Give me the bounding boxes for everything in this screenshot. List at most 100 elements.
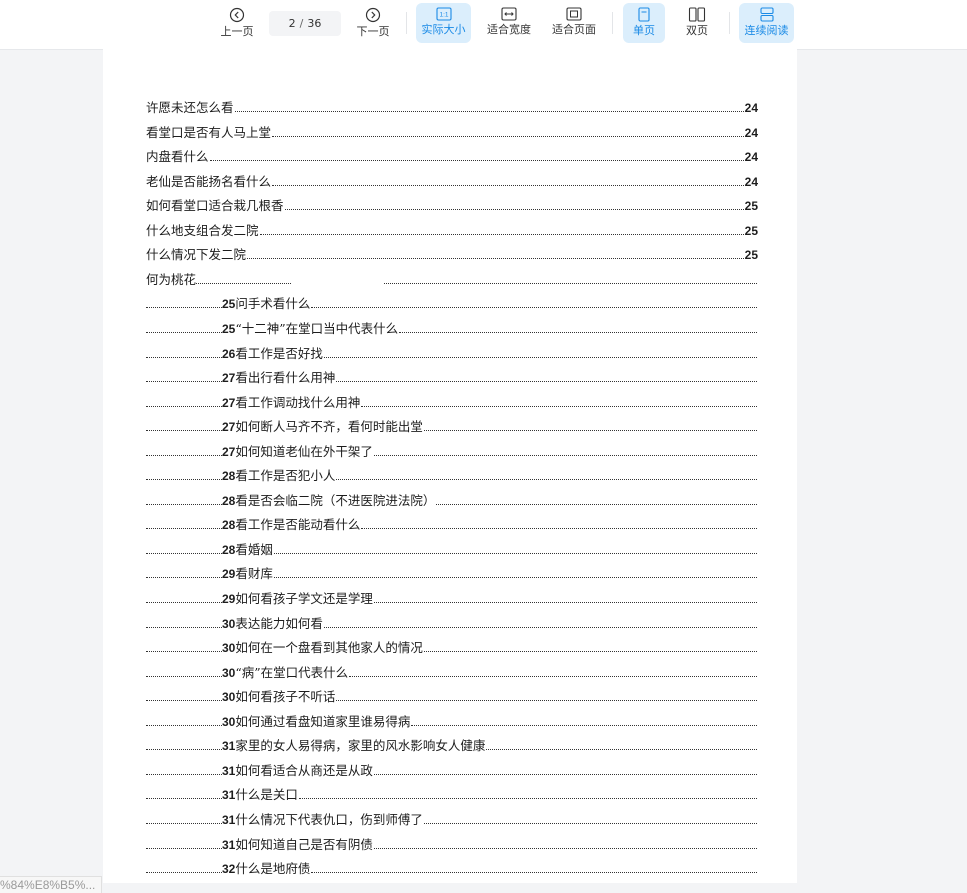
prev-page-button[interactable]: 上一页 xyxy=(216,3,258,43)
toolbar-divider xyxy=(406,12,407,34)
actual-size-button[interactable]: 1:1 实际大小 xyxy=(416,3,471,43)
toc-entry-page: 25 xyxy=(744,223,758,238)
toc-entry-page: 25 xyxy=(222,321,236,336)
toc-leader-dots xyxy=(373,591,757,603)
toc-entry-title: 家里的女人易得病，家里的风水影响女人健康 xyxy=(235,738,486,754)
toc-leader-dots xyxy=(146,616,222,628)
toc-entry[interactable]: 28 看工作是否犯小人 xyxy=(146,468,758,484)
fit-width-button[interactable]: 适合宽度 xyxy=(482,3,536,43)
toc-entry[interactable]: 30 如何看孩子不听话 xyxy=(146,689,758,705)
toc-leader-dots xyxy=(373,444,757,456)
toc-leader-dots xyxy=(486,738,757,751)
fit-width-label: 适合宽度 xyxy=(487,23,531,36)
fit-page-icon xyxy=(566,7,582,21)
toc-entry-page: 30 xyxy=(222,616,236,631)
toc-entry-page: 30 xyxy=(222,714,236,729)
actual-size-label: 实际大小 xyxy=(421,23,466,36)
toc-entry-title: 如何看适合从商还是从政 xyxy=(235,762,373,778)
toc-leader-dots xyxy=(146,346,222,358)
toc-entry-title: 什么情况下代表仇口，伤到师傅了 xyxy=(235,811,423,827)
toc-entry[interactable]: 29 如何看孩子学文还是学理 xyxy=(146,591,758,607)
toc-entry-title: “十二神”在堂口当中代表什么 xyxy=(235,320,399,336)
toc-entry[interactable]: 30 如何通过看盘知道家里谁易得病 xyxy=(146,714,758,730)
toc-entry-title: 看是否会临二院（不进医院进法院） xyxy=(235,492,436,508)
toc-leader-dots xyxy=(247,247,744,260)
toc-entry-title: 看财库 xyxy=(235,566,273,582)
single-page-button[interactable]: 单页 xyxy=(623,3,665,43)
double-page-icon xyxy=(688,7,706,22)
continuous-reading-label: 连续阅读 xyxy=(744,24,789,37)
toc-leader-dots xyxy=(349,665,757,677)
toc-entry[interactable]: 31 什么情况下代表仇口，伤到师傅了 xyxy=(146,812,758,828)
toc-leader-dots xyxy=(373,837,757,849)
fit-width-icon xyxy=(501,7,517,21)
next-page-label: 下一页 xyxy=(356,25,390,38)
toc-entry[interactable]: 30 表达能力如何看 xyxy=(146,616,758,632)
toc-entry-page: 29 xyxy=(222,567,236,582)
toc-entry-title: 什么是关口 xyxy=(235,787,298,803)
toc-entry[interactable]: 25 问手术看什么 xyxy=(146,296,758,312)
toc-entry[interactable]: 30 如何在一个盘看到其他家人的情况 xyxy=(146,640,758,656)
toc-leader-dots xyxy=(146,542,222,554)
toc-entry-page: 28 xyxy=(222,469,236,484)
toc-entry[interactable]: 31 如何知道自己是否有阴债 xyxy=(146,837,758,853)
next-page-button[interactable]: 下一页 xyxy=(352,3,394,43)
toc-entry[interactable]: 32 什么是地府债 xyxy=(146,861,758,877)
toc-entry[interactable]: 什么情况下发二院 25 xyxy=(146,247,758,263)
toc-leader-dots xyxy=(423,419,757,432)
page-number-input[interactable]: 2 / 36 xyxy=(269,11,341,36)
toc-leader-dots xyxy=(373,763,757,775)
current-page-number[interactable]: 2 xyxy=(289,17,296,30)
toc-entry[interactable]: 27 看工作调动找什么用神 xyxy=(146,395,758,411)
toc-entry-title: 许愿未还怎么看 xyxy=(146,100,234,115)
toc-leader-dots xyxy=(146,837,222,849)
toc-entry-title: 老仙是否能扬名看什么 xyxy=(146,173,272,189)
toc-entry-title: 看工作是否犯小人 xyxy=(235,468,336,484)
toc-entry[interactable]: 30 “病”在堂口代表什么 xyxy=(146,665,758,681)
toc-entry-page: 27 xyxy=(222,395,236,410)
toc-entry[interactable]: 何为桃花 xyxy=(146,272,758,288)
toc-entry-page: 30 xyxy=(222,690,236,705)
fit-page-button[interactable]: 适合页面 xyxy=(547,3,601,43)
toc-entry[interactable]: 31 什么是关口 xyxy=(146,787,758,803)
toc-entry[interactable]: 如何看堂口适合栽几根香 25 xyxy=(146,198,758,214)
toc-entry[interactable]: 31 家里的女人易得病，家里的风水影响女人健康 xyxy=(146,738,758,754)
toc-entry-page: 24 xyxy=(744,174,758,189)
toc-entry[interactable]: 28 看是否会临二院（不进医院进法院） xyxy=(146,493,758,509)
toc-entry[interactable]: 25 “十二神”在堂口当中代表什么 xyxy=(146,321,758,337)
toc-entry[interactable]: 27 如何知道老仙在外干架了 xyxy=(146,444,758,460)
toc-entry[interactable]: 什么地支组合发二院 25 xyxy=(146,223,758,239)
toc-leader-dots xyxy=(323,616,757,628)
toc-entry[interactable]: 老仙是否能扬名看什么 24 xyxy=(146,174,758,190)
toc-entry-title: “病”在堂口代表什么 xyxy=(235,664,349,680)
toc-leader-dots xyxy=(146,493,222,505)
toc-entry[interactable]: 27 看出行看什么用神 xyxy=(146,370,758,386)
toc-leader-dots xyxy=(146,640,222,653)
total-page-count: 36 xyxy=(307,17,322,30)
single-page-icon xyxy=(638,7,650,22)
toc-leader-dots xyxy=(196,272,292,284)
toc-entry[interactable]: 26 看工作是否好找 xyxy=(146,346,758,362)
toc-entry[interactable]: 27 如何断人马齐不齐，看何时能出堂 xyxy=(146,419,758,435)
toc-leader-dots xyxy=(146,296,222,309)
actual-size-icon: 1:1 xyxy=(435,7,452,21)
toc-entry[interactable]: 29 看财库 xyxy=(146,566,758,582)
toc-entry[interactable]: 31 如何看适合从商还是从政 xyxy=(146,763,758,779)
status-bar-url: %84%E8%B5%... xyxy=(0,876,103,893)
toc-entry-title: 如何知道老仙在外干架了 xyxy=(235,443,373,459)
toc-entry-title: 如何看孩子学文还是学理 xyxy=(235,591,373,606)
toc-entry[interactable]: 28 看工作是否能动看什么 xyxy=(146,517,758,533)
toc-entry[interactable]: 28 看婚姻 xyxy=(146,542,758,558)
continuous-reading-button[interactable]: 连续阅读 xyxy=(739,3,794,43)
toc-leader-dots xyxy=(399,321,757,333)
toc-leader-dots xyxy=(436,493,757,505)
toc-leader-dots xyxy=(146,689,222,702)
toc-entry[interactable]: 内盘看什么 24 xyxy=(146,149,758,165)
toc-leader-dots xyxy=(423,812,757,824)
toc-entry-page: 24 xyxy=(744,150,758,165)
toc-entry[interactable]: 看堂口是否有人马上堂 24 xyxy=(146,125,758,141)
toc-entry-title: 什么地支组合发二院 xyxy=(146,222,259,238)
toc-entry[interactable]: 许愿未还怎么看 24 xyxy=(146,100,758,116)
double-page-button[interactable]: 双页 xyxy=(676,3,718,43)
toc-entry-title: 什么情况下发二院 xyxy=(146,247,247,263)
